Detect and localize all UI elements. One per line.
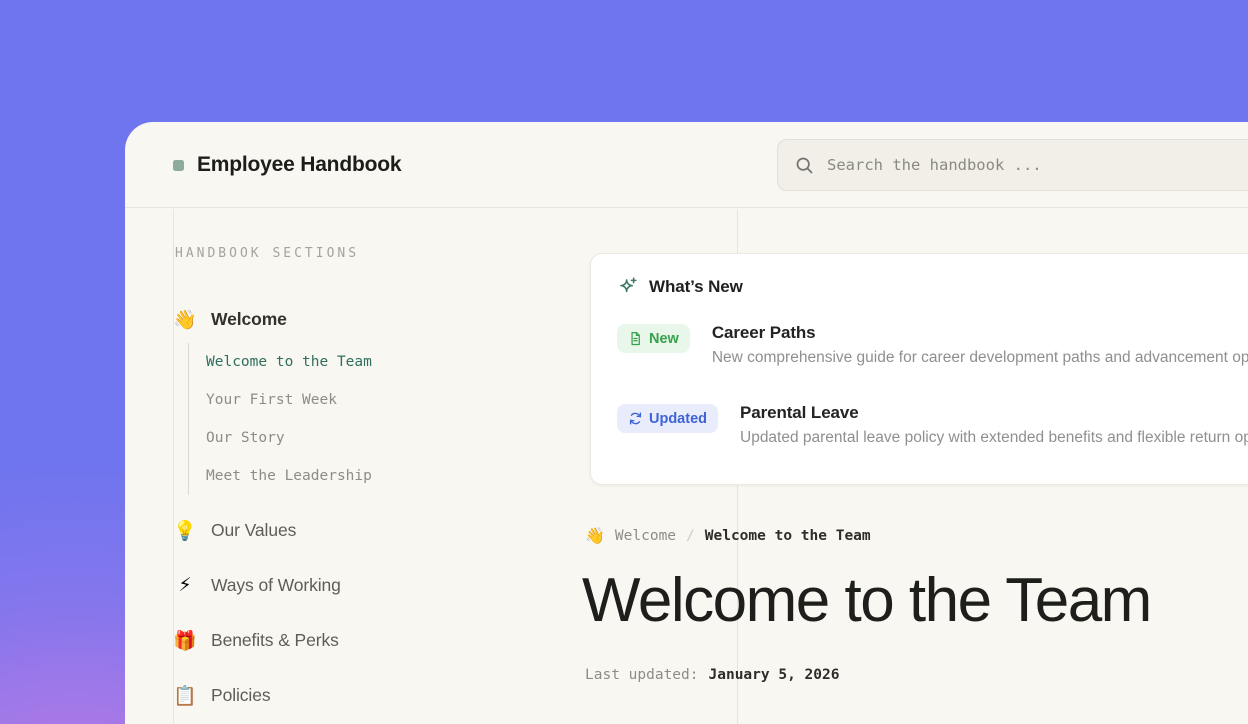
sidebar-item-ways-of-working[interactable]: ⚡ Ways of Working <box>173 571 573 599</box>
sidebar-section-label: HANDBOOK SECTIONS <box>175 246 573 261</box>
last-updated: Last updated: January 5, 2026 <box>585 667 839 683</box>
lightning-icon: ⚡ <box>173 574 197 596</box>
wave-icon: 👋 <box>585 526 605 545</box>
last-updated-date: January 5, 2026 <box>709 667 840 683</box>
clipboard-icon: 📋 <box>173 684 197 707</box>
page-title: Welcome to the Team <box>582 566 1151 636</box>
whats-new-item-title: Parental Leave <box>740 403 1248 423</box>
sidebar-item-label: Welcome <box>211 309 287 330</box>
wave-icon: 👋 <box>173 308 197 331</box>
whats-new-header: What’s New <box>617 276 1248 297</box>
whats-new-item-description: New comprehensive guide for career devel… <box>712 349 1248 367</box>
document-icon <box>628 331 643 346</box>
badge-label: Updated <box>649 411 707 427</box>
app-window: Employee Handbook HANDBOOK SECTIONS 👋 We… <box>125 122 1248 724</box>
gift-icon: 🎁 <box>173 629 197 652</box>
whats-new-item-text: Career Paths New comprehensive guide for… <box>712 323 1248 367</box>
updated-badge: Updated <box>617 404 718 433</box>
badge-label: New <box>649 331 679 347</box>
breadcrumb-section-link[interactable]: Welcome <box>615 528 676 544</box>
new-badge: New <box>617 324 690 353</box>
whats-new-title: What’s New <box>649 277 743 297</box>
sparkle-icon <box>617 276 638 297</box>
page-background: Employee Handbook HANDBOOK SECTIONS 👋 We… <box>0 0 1248 724</box>
sidebar-item-our-values[interactable]: 💡 Our Values <box>173 516 573 544</box>
sidebar-subitem-your-first-week[interactable]: Your First Week <box>206 381 573 419</box>
app-title: Employee Handbook <box>197 153 401 177</box>
whats-new-item-title: Career Paths <box>712 323 1248 343</box>
search-icon <box>795 156 814 175</box>
whats-new-item-description: Updated parental leave policy with exten… <box>740 429 1248 447</box>
whats-new-item-parental-leave[interactable]: Updated Parental Leave Updated parental … <box>617 403 1248 447</box>
whats-new-item-text: Parental Leave Updated parental leave po… <box>740 403 1248 447</box>
breadcrumb: 👋 Welcome / Welcome to the Team <box>585 526 871 545</box>
sidebar-item-policies[interactable]: 📋 Policies <box>173 681 573 709</box>
search-box <box>777 139 1248 191</box>
app-header: Employee Handbook <box>125 122 1248 208</box>
refresh-icon <box>628 411 643 426</box>
breadcrumb-current-page: Welcome to the Team <box>705 528 871 544</box>
last-updated-label: Last updated: <box>585 667 699 683</box>
sidebar-item-label: Policies <box>211 685 271 706</box>
sidebar-sublist-welcome: Welcome to the Team Your First Week Our … <box>188 343 573 495</box>
sidebar-item-benefits-perks[interactable]: 🎁 Benefits & Perks <box>173 626 573 654</box>
sidebar-subitem-meet-the-leadership[interactable]: Meet the Leadership <box>206 457 573 495</box>
whats-new-item-career-paths[interactable]: New Career Paths New comprehensive guide… <box>617 323 1248 367</box>
search-input[interactable] <box>827 156 1248 174</box>
brand: Employee Handbook <box>173 122 401 208</box>
sidebar-item-label: Our Values <box>211 520 296 541</box>
app-logo-icon <box>173 160 184 171</box>
breadcrumb-separator: / <box>686 528 695 544</box>
sidebar-subitem-our-story[interactable]: Our Story <box>206 419 573 457</box>
sidebar-item-label: Ways of Working <box>211 575 341 596</box>
sidebar-item-welcome[interactable]: 👋 Welcome <box>173 305 573 333</box>
whats-new-card: What’s New New Career Paths New comprehe… <box>590 253 1248 485</box>
sidebar: HANDBOOK SECTIONS 👋 Welcome Welcome to t… <box>173 246 573 709</box>
sidebar-item-label: Benefits & Perks <box>211 630 339 651</box>
sidebar-subitem-welcome-to-the-team[interactable]: Welcome to the Team <box>206 343 573 381</box>
lightbulb-icon: 💡 <box>173 519 197 542</box>
